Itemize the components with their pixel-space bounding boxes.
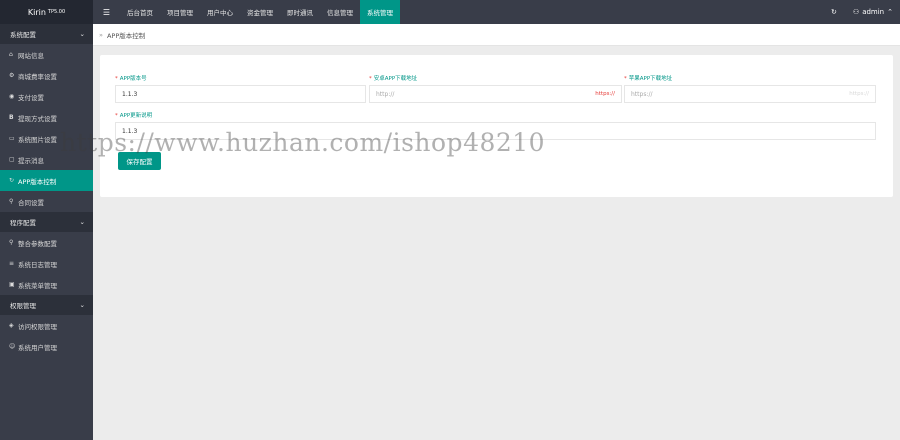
update-field-group: * APP更新说明 1.1.3 xyxy=(115,111,876,140)
monitor-icon: ▭ xyxy=(9,135,15,142)
username: admin xyxy=(862,8,885,16)
update-notes-input[interactable]: 1.1.3 xyxy=(115,122,876,140)
tab-dashboard[interactable]: 后台首页 xyxy=(120,0,160,24)
ios-url-placeholder: https:// xyxy=(631,90,653,98)
logo-version: TP5.00 xyxy=(47,9,66,15)
refresh-icon[interactable]: ↻ xyxy=(823,8,845,16)
user-menu[interactable]: ⚇ admin ⌃ xyxy=(845,8,900,16)
sidebar-group-system-config[interactable]: 系统配置 ⌄ xyxy=(0,24,93,44)
form-card: * APP版本号 1.1.3 * 安卓APP下载地址 http:// https:/… xyxy=(100,55,893,197)
topbar: ☰ 后台首页 项目管理 用户中心 资金管理 即时通讯 信息管理 系统管理 ↻ ⚇… xyxy=(93,0,900,24)
sidebar-item-payment[interactable]: ◉ 支付设置 xyxy=(0,86,93,107)
refresh-icon: ↻ xyxy=(9,177,15,184)
sidebar-group-label: 权限管理 xyxy=(10,302,36,310)
sidebar: Kirin TP5.00 系统配置 ⌄ ⌂ 网站信息 ⚙ 商城费率设置 ◉ 支付设置 B… xyxy=(0,0,93,440)
tab-users[interactable]: 用户中心 xyxy=(200,0,240,24)
chevron-down-icon: ⌄ xyxy=(79,30,85,38)
shield-icon: ◈ xyxy=(9,322,14,329)
sidebar-group-label: 程序配置 xyxy=(10,219,36,227)
link-icon: ⚲ xyxy=(9,198,14,205)
tab-system[interactable]: 系统管理 xyxy=(360,0,400,24)
breadcrumb: » APP版本控制 xyxy=(93,24,900,46)
ios-url-input[interactable]: https:// https:// xyxy=(624,85,876,103)
pay-icon: ◉ xyxy=(9,93,15,100)
menu-toggle-icon[interactable]: ☰ xyxy=(93,0,120,24)
sidebar-group-label: 系统配置 xyxy=(10,31,36,39)
tab-info[interactable]: 信息管理 xyxy=(320,0,360,24)
chevron-down-icon: ⌄ xyxy=(79,301,85,309)
android-url-input[interactable]: http:// https:// xyxy=(369,85,622,103)
sidebar-item-withdraw[interactable]: B 提现方式设置 xyxy=(0,107,93,128)
android-label: * 安卓APP下载地址 xyxy=(369,76,418,82)
sidebar-item-menus[interactable]: ▣ 系统菜单管理 xyxy=(0,274,93,295)
tab-projects[interactable]: 项目管理 xyxy=(160,0,200,24)
sidebar-item-users[interactable]: ☺ 系统用户管理 xyxy=(0,336,93,357)
ios-field-group: * 苹果APP下载地址 https:// https:// xyxy=(624,74,876,103)
android-url-suffix: https:// xyxy=(595,91,615,97)
sidebar-item-logs[interactable]: ≡ 系统日志管理 xyxy=(0,253,93,274)
logo-name: Kirin xyxy=(27,7,46,17)
sidebar-group-permissions[interactable]: 权限管理 ⌄ xyxy=(0,295,93,315)
sidebar-item-contract[interactable]: ⚲ 合同设置 xyxy=(0,191,93,212)
update-label: * APP更新说明 xyxy=(115,113,153,119)
user-icon: ☺ xyxy=(9,343,16,350)
link-icon: ⚲ xyxy=(9,239,14,246)
double-chevron-icon: » xyxy=(99,30,103,39)
user-icon: ⚇ xyxy=(852,8,860,16)
chevron-down-icon: ⌄ xyxy=(79,218,85,226)
version-input[interactable]: 1.1.3 xyxy=(115,85,366,103)
sidebar-item-params[interactable]: ⚲ 整合参数配置 xyxy=(0,232,93,253)
sidebar-item-mall-rate[interactable]: ⚙ 商城费率设置 xyxy=(0,65,93,86)
sidebar-group-program-config[interactable]: 程序配置 ⌄ xyxy=(0,212,93,232)
android-url-placeholder: http:// xyxy=(376,90,395,98)
logo: Kirin TP5.00 xyxy=(0,0,93,24)
sidebar-item-messages[interactable]: ▢ 提示消息 xyxy=(0,149,93,170)
version-field-group: * APP版本号 1.1.3 xyxy=(115,74,366,103)
sidebar-item-access[interactable]: ◈ 访问权限管理 xyxy=(0,315,93,336)
list-icon: ≡ xyxy=(9,260,15,267)
chat-icon: ▢ xyxy=(9,156,15,163)
home-icon: ⌂ xyxy=(9,51,13,58)
tab-funds[interactable]: 资金管理 xyxy=(240,0,280,24)
ios-label: * 苹果APP下载地址 xyxy=(624,76,673,82)
android-field-group: * 安卓APP下载地址 http:// https:// xyxy=(369,74,622,103)
chevron-up-icon: ⌃ xyxy=(887,8,893,16)
save-button[interactable]: 保存配置 xyxy=(118,152,161,170)
sidebar-item-app-version[interactable]: ↻ APP版本控制 xyxy=(0,170,93,191)
breadcrumb-current: APP版本控制 xyxy=(106,31,146,40)
bold-icon: B xyxy=(9,114,14,121)
ios-url-suffix: https:// xyxy=(849,91,869,97)
version-label: * APP版本号 xyxy=(115,76,147,82)
window-icon: ▣ xyxy=(9,281,15,288)
topbar-right: ↻ ⚇ admin ⌃ xyxy=(823,0,900,24)
settings-icon: ⚙ xyxy=(9,72,15,79)
sidebar-item-images[interactable]: ▭ 系统图片设置 xyxy=(0,128,93,149)
tab-im[interactable]: 即时通讯 xyxy=(280,0,320,24)
sidebar-item-site-info[interactable]: ⌂ 网站信息 xyxy=(0,44,93,65)
